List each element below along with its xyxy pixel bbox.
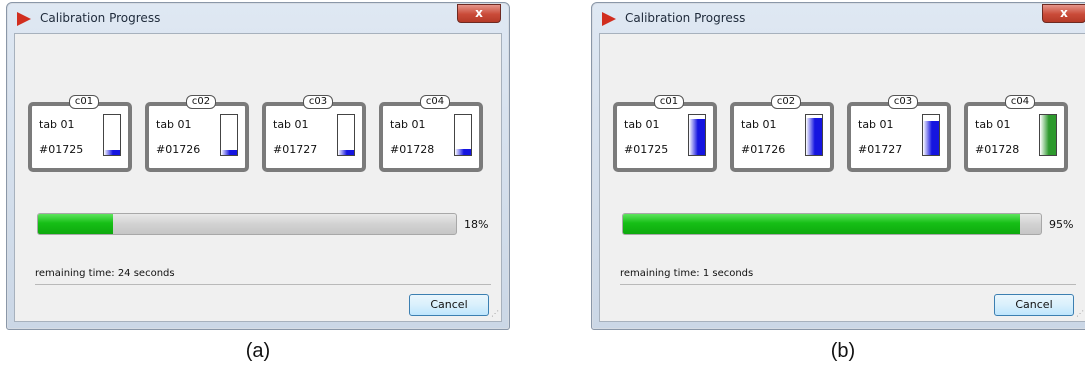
- slot-tag: c01: [654, 95, 684, 109]
- slot-serial: #01726: [741, 143, 786, 156]
- cancel-button[interactable]: Cancel: [994, 294, 1074, 316]
- slot-serial: #01725: [624, 143, 669, 156]
- slot-serial: #01725: [39, 143, 84, 156]
- progress-percent: 95%: [1049, 218, 1074, 231]
- progress-percent: 18%: [464, 218, 489, 231]
- level-meter-fill: [338, 150, 354, 155]
- resize-grip-icon[interactable]: ⋰: [1074, 309, 1084, 319]
- progress-bar-fill: [38, 214, 114, 234]
- level-meter: [337, 114, 355, 156]
- dialog-title: Calibration Progress: [625, 11, 746, 25]
- resize-grip-icon[interactable]: ⋰: [489, 309, 499, 319]
- level-meter: [688, 114, 706, 156]
- level-meter: [454, 114, 472, 156]
- app-logo-icon: [602, 12, 616, 26]
- level-meter: [1039, 114, 1057, 156]
- divider: [35, 284, 491, 285]
- slot-tab-label: tab 01: [741, 118, 777, 131]
- app-logo-icon: [17, 12, 31, 26]
- calibration-slot: c03 tab 01 #01727: [262, 95, 366, 172]
- calibration-slot: c04 tab 01 #01728: [379, 95, 483, 172]
- dialog-body: c01 tab 01 #01725 c02 tab 01 #01726 c03 …: [599, 33, 1085, 322]
- level-meter-fill: [923, 121, 939, 155]
- close-button[interactable]: x: [457, 4, 501, 23]
- slot-tag: c02: [771, 95, 801, 109]
- level-meter-fill: [689, 119, 705, 155]
- calibration-slot: c02 tab 01 #01726: [145, 95, 249, 172]
- remaining-time: remaining time: 24 seconds: [35, 268, 175, 279]
- slot-tag: c04: [1005, 95, 1035, 109]
- calibration-dialog: Calibration Progress x c01 tab 01 #01725…: [591, 2, 1085, 330]
- level-meter-fill: [1040, 115, 1056, 155]
- panel-caption: (a): [245, 340, 271, 362]
- level-meter: [220, 114, 238, 156]
- dialog-title: Calibration Progress: [40, 11, 161, 25]
- calibration-slot: c01 tab 01 #01725: [613, 95, 717, 172]
- remaining-time: remaining time: 1 seconds: [620, 268, 754, 279]
- level-meter: [922, 114, 940, 156]
- calibration-slot: c01 tab 01 #01725: [28, 95, 132, 172]
- slot-tab-label: tab 01: [390, 118, 426, 131]
- level-meter-fill: [221, 150, 237, 155]
- slot-serial: #01727: [273, 143, 318, 156]
- level-meter: [805, 114, 823, 156]
- calibration-slot: c02 tab 01 #01726: [730, 95, 834, 172]
- slot-tag: c03: [303, 95, 333, 109]
- slot-tab-label: tab 01: [624, 118, 660, 131]
- slot-tab-label: tab 01: [39, 118, 75, 131]
- slot-tag: c03: [888, 95, 918, 109]
- slot-tab-label: tab 01: [858, 118, 894, 131]
- slot-serial: #01728: [390, 143, 435, 156]
- progress-bar-fill: [623, 214, 1021, 234]
- divider: [620, 284, 1076, 285]
- calibration-slot: c04 tab 01 #01728: [964, 95, 1068, 172]
- title-bar: Calibration Progress x: [592, 3, 1085, 33]
- slot-tab-label: tab 01: [975, 118, 1011, 131]
- progress-bar: [37, 213, 457, 235]
- level-meter-fill: [806, 118, 822, 155]
- close-button[interactable]: x: [1042, 4, 1085, 23]
- calibration-dialog: Calibration Progress x c01 tab 01 #01725…: [6, 2, 510, 330]
- slot-tag: c04: [420, 95, 450, 109]
- slot-tab-label: tab 01: [273, 118, 309, 131]
- slot-serial: #01727: [858, 143, 903, 156]
- dialog-body: c01 tab 01 #01725 c02 tab 01 #01726 c03 …: [14, 33, 502, 322]
- slot-serial: #01728: [975, 143, 1020, 156]
- progress-bar: [622, 213, 1042, 235]
- slot-tag: c01: [69, 95, 99, 109]
- title-bar: Calibration Progress x: [7, 3, 509, 33]
- panel-caption: (b): [830, 340, 856, 362]
- calibration-slot: c03 tab 01 #01727: [847, 95, 951, 172]
- slot-tab-label: tab 01: [156, 118, 192, 131]
- slot-tag: c02: [186, 95, 216, 109]
- cancel-button[interactable]: Cancel: [409, 294, 489, 316]
- level-meter: [103, 114, 121, 156]
- slot-serial: #01726: [156, 143, 201, 156]
- level-meter-fill: [104, 150, 120, 155]
- level-meter-fill: [455, 149, 471, 155]
